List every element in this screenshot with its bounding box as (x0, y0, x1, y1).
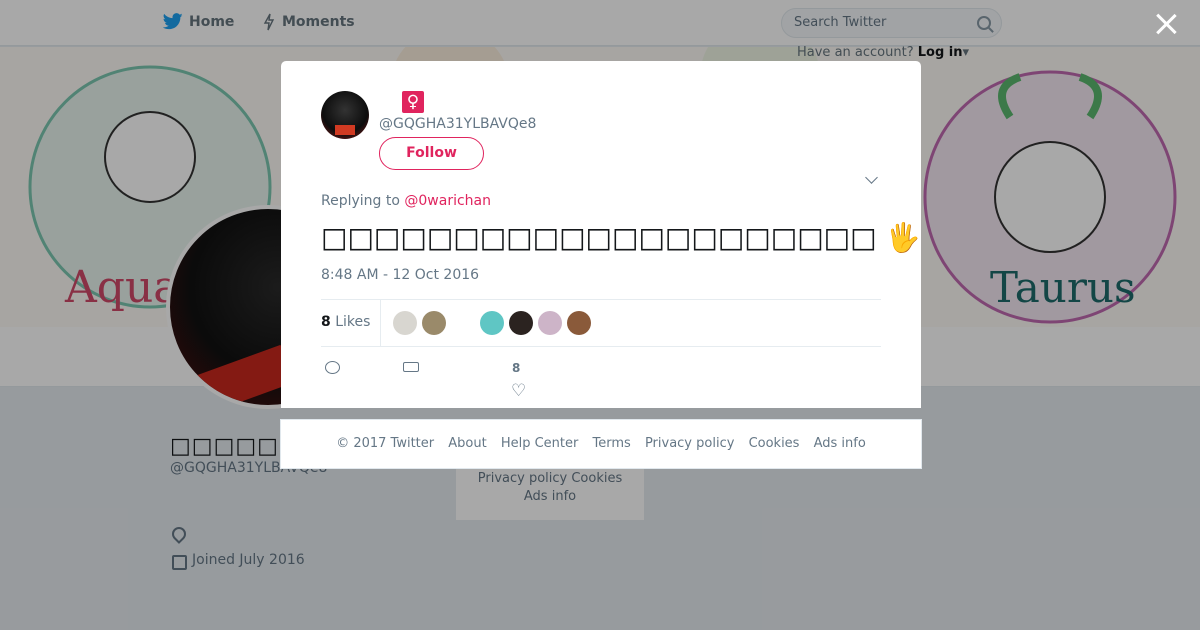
reply-icon[interactable] (325, 361, 340, 374)
female-sign-icon: ♀ (402, 91, 424, 113)
footer-link-help-center[interactable]: Help Center (501, 436, 579, 451)
likes-label: Likes (335, 314, 371, 330)
liker-avatar[interactable] (509, 311, 533, 335)
footer-link-cookies[interactable]: Cookies (749, 436, 800, 451)
tweet-text: □□□□□□□□□□□□□□□□□□□□□ 🖐 (321, 221, 921, 254)
replying-to-link[interactable]: @0warichan (404, 193, 491, 209)
stats-divider (380, 300, 381, 346)
like-action-count: 8 (512, 361, 521, 375)
follow-button[interactable]: Follow (379, 137, 484, 170)
liker-avatar[interactable] (480, 311, 504, 335)
tweet-modal: ♀ @GQGHA31YLBAVQe8 Follow Replying to @0… (281, 61, 921, 408)
likes-stat[interactable]: 8 Likes (321, 314, 370, 330)
modal-footer: © 2017 Twitter About Help Center Terms P… (280, 419, 922, 469)
footer-link-terms[interactable]: Terms (593, 436, 631, 451)
liker-avatar[interactable] (567, 311, 591, 335)
footer-copyright: © 2017 Twitter (336, 436, 435, 451)
close-icon[interactable] (1154, 12, 1178, 36)
tweet-actions: 8 ♡ (321, 357, 881, 400)
chevron-down-icon[interactable] (865, 171, 878, 184)
replying-to: Replying to @0warichan (321, 193, 491, 209)
heart-icon[interactable]: ♡ (511, 383, 526, 400)
likes-count: 8 (321, 314, 331, 330)
replying-prefix: Replying to (321, 193, 400, 209)
tweet-author-avatar[interactable] (321, 91, 369, 139)
tweet-timestamp[interactable]: 8:48 AM - 12 Oct 2016 (321, 267, 479, 283)
liker-avatar[interactable] (393, 311, 417, 335)
retweet-icon[interactable] (403, 362, 419, 372)
footer-link-ads-info[interactable]: Ads info (814, 436, 866, 451)
liker-avatar[interactable] (422, 311, 446, 335)
liker-avatar[interactable] (538, 311, 562, 335)
footer-link-privacy[interactable]: Privacy policy (645, 436, 734, 451)
footer-link-about[interactable]: About (448, 436, 486, 451)
tweet-author-handle[interactable]: @GQGHA31YLBAVQe8 (379, 116, 536, 132)
tweet-stats: 8 Likes (321, 299, 881, 347)
